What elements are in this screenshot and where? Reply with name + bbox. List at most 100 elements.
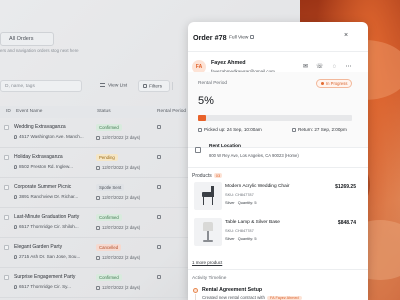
status-badge: Confirmed [96, 124, 122, 131]
expand-icon [250, 35, 255, 39]
status-dot-icon [321, 82, 324, 86]
view-list-button[interactable]: View List [96, 80, 134, 92]
row-checkbox[interactable] [4, 155, 9, 160]
clock-icon [198, 127, 202, 132]
timeline-dot-icon [193, 288, 198, 293]
more-products-link[interactable]: 1 more product [192, 260, 222, 265]
event-name: Last-Minute Graduation Party [14, 214, 80, 220]
timeline-line [195, 294, 196, 300]
event-date: 12/07/2022 (2 days) [96, 285, 140, 290]
progress-bar [198, 115, 352, 121]
event-name: Holiday Extravaganza [14, 154, 63, 160]
phone-icon[interactable]: ☏ [316, 64, 324, 71]
user-chip[interactable]: FA Fayez Ahmed [266, 296, 302, 300]
filters-button[interactable]: Filters [138, 80, 170, 92]
mail-icon[interactable]: ✉ [302, 64, 309, 71]
return-time: Return: 27 Sep, 2:00pm [292, 127, 347, 132]
order-title: Order #78 [193, 33, 227, 42]
product-item[interactable]: Modern Acrylic Wedding Chair SKU: CH8477… [192, 182, 362, 212]
event-address: 8502 Preston Rd. Inglew... [14, 164, 73, 169]
calendar-icon [96, 135, 100, 140]
search-input[interactable]: D, name, tags [0, 80, 82, 92]
row-checkbox[interactable] [4, 275, 9, 280]
location-title: Rent Location [209, 144, 241, 149]
table-row[interactable]: Holiday Extravaganza 8502 Preston Rd. In… [0, 148, 188, 178]
status-badge: Pending [96, 154, 118, 161]
chair-image [194, 182, 222, 210]
location-pin-icon [14, 134, 17, 139]
location-pin-icon [14, 224, 17, 229]
calendar-icon [157, 245, 161, 249]
event-address: 3891 Ranchview Dr. Richar... [14, 194, 78, 199]
rental-period-label: Rental Period [198, 81, 228, 86]
location-pin-icon [14, 254, 17, 259]
pickup-time: Picked up: 24 Sep, 10:00am [198, 127, 262, 132]
orders-list-view: All Orders ers and navigation orders sto… [0, 0, 188, 300]
event-date: 12/07/2022 (2 days) [96, 165, 140, 170]
product-price: $1269.25 [335, 184, 356, 190]
event-date: 12/07/2022 (2 days) [96, 195, 140, 200]
products-section: Products 03 Modern Acrylic Wedding Chair … [188, 168, 368, 270]
event-date: 12/07/2022 (2 days) [96, 135, 140, 140]
status-badge: Spotle Sent [96, 184, 125, 191]
product-sku: SKU: CH847787 [225, 228, 254, 233]
products-count: 03 [213, 173, 223, 178]
table-row[interactable]: Wedding Extravaganza 4517 Washington Ave… [0, 118, 188, 148]
row-checkbox[interactable] [4, 215, 9, 220]
column-status: Status [97, 109, 111, 114]
calendar-icon [157, 155, 161, 159]
event-name: Wedding Extravaganza [14, 124, 66, 130]
timeline-title: Rental Agreement Setup [202, 287, 263, 293]
event-date: 12/07/2022 (2 days) [96, 255, 140, 260]
filters-label: Filters [149, 84, 163, 90]
table-header: ID Event Name Status Rental Period [0, 106, 188, 118]
progress-fill [198, 115, 206, 121]
status-badge: Confirmed [96, 274, 122, 281]
table-row[interactable]: Last-Minute Graduation Party 6517 Thornr… [0, 208, 188, 238]
status-badge: Cancelled [96, 244, 122, 251]
rental-period-card: Rental Period In Progress 5% Picked up: … [188, 72, 368, 148]
location-address: 800 W Rey Ave, Los Angeles, CA 90023 (Ho… [209, 153, 299, 158]
toolbar-divider [172, 82, 173, 90]
event-address: 6517 Thornridge Cir. Sy... [14, 284, 71, 289]
calendar-icon [96, 225, 100, 230]
event-name: Corporate Summer Picnic [14, 184, 72, 190]
row-checkbox[interactable] [4, 125, 9, 130]
table-row[interactable]: Corporate Summer Picnic 3891 Ranchview D… [0, 178, 188, 208]
activity-timeline: Activity Timeline Rental Agreement Setup… [188, 270, 368, 300]
product-meta: Silver Quantity: 5 [225, 200, 257, 205]
progress-percent: 5% [198, 95, 214, 107]
product-item[interactable]: Table Lamp & Silver Base SKU: CH847787 S… [192, 218, 362, 248]
event-date: 12/07/2022 (2 days) [96, 225, 140, 230]
calendar-icon [96, 255, 100, 260]
column-id: ID [6, 109, 11, 114]
product-sku: SKU: CH847787 [225, 192, 254, 197]
view-list-label: View List [108, 83, 128, 89]
timeline-label: Activity Timeline [192, 276, 227, 281]
lamp-image [194, 218, 222, 246]
products-label: Products 03 [192, 173, 223, 179]
row-checkbox[interactable] [4, 245, 9, 250]
rent-location: Rent Location 800 W Rey Ave, Los Angeles… [188, 138, 368, 168]
product-price: $848.74 [337, 220, 356, 226]
close-icon[interactable]: × [344, 32, 348, 39]
calendar-icon [96, 195, 100, 200]
calendar-icon [96, 285, 100, 290]
more-icon[interactable]: ⋯ [345, 64, 352, 71]
panel-header: Order #78 Full View × [188, 22, 368, 52]
filter-icon [143, 84, 147, 88]
product-meta: Silver Quantity: 5 [225, 236, 257, 241]
calendar-icon [157, 185, 161, 189]
event-address: 2715 Ash Dr. San Jose, Sou... [14, 254, 80, 259]
location-pin-icon [14, 284, 17, 289]
location-pin-icon [14, 194, 17, 199]
table-row[interactable]: Surprise Engagement Party 6517 Thornridg… [0, 268, 188, 298]
location-pin-icon [14, 164, 17, 169]
all-orders-button[interactable]: All Orders [0, 32, 54, 46]
row-checkbox[interactable] [4, 185, 9, 190]
column-event: Event Name [16, 109, 43, 114]
table-row[interactable]: Elegant Garden Party 2715 Ash Dr. San Jo… [0, 238, 188, 268]
chat-icon[interactable]: ◌ [331, 64, 338, 71]
event-name: Surprise Engagement Party [14, 274, 76, 280]
full-view-button[interactable]: Full View [229, 35, 255, 40]
